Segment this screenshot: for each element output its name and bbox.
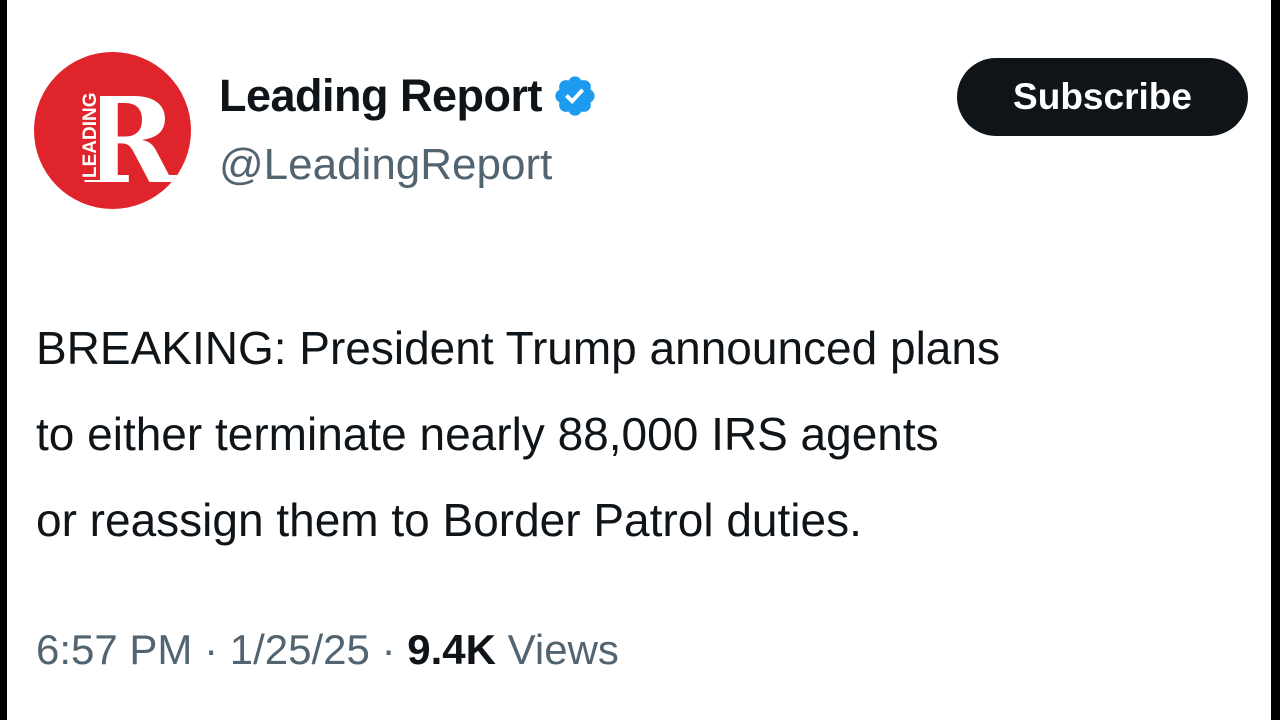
tweet-text-line: BREAKING: President Trump announced plan…: [36, 322, 1000, 374]
meta-separator: ·: [204, 626, 219, 673]
author-handle[interactable]: @LeadingReport: [219, 140, 552, 190]
tweet-card: R LEADING Leading Report @LeadingReport …: [7, 0, 1271, 720]
tweet-text-line: or reassign them to Border Patrol duties…: [36, 494, 862, 546]
author-display-name[interactable]: Leading Report: [219, 70, 543, 122]
verified-badge-icon: [555, 76, 595, 116]
meta-separator: ·: [381, 626, 396, 673]
avatar[interactable]: R LEADING: [34, 52, 191, 209]
tweet-meta: 6:57 PM · 1/25/25 · 9.4K Views: [36, 626, 619, 674]
subscribe-button[interactable]: Subscribe: [957, 58, 1248, 136]
tweet-text-line: to either terminate nearly 88,000 IRS ag…: [36, 408, 939, 460]
views-label: Views: [507, 626, 619, 673]
author-name-row[interactable]: Leading Report: [219, 70, 598, 122]
tweet-date[interactable]: 1/25/25: [230, 626, 370, 673]
avatar-small-text: LEADING: [80, 93, 101, 179]
leading-report-logo-icon: R LEADING: [78, 71, 178, 209]
tweet-time[interactable]: 6:57 PM: [36, 626, 192, 673]
tweet-text: BREAKING: President Trump announced plan…: [36, 305, 1271, 563]
views-count: 9.4K: [407, 626, 496, 673]
